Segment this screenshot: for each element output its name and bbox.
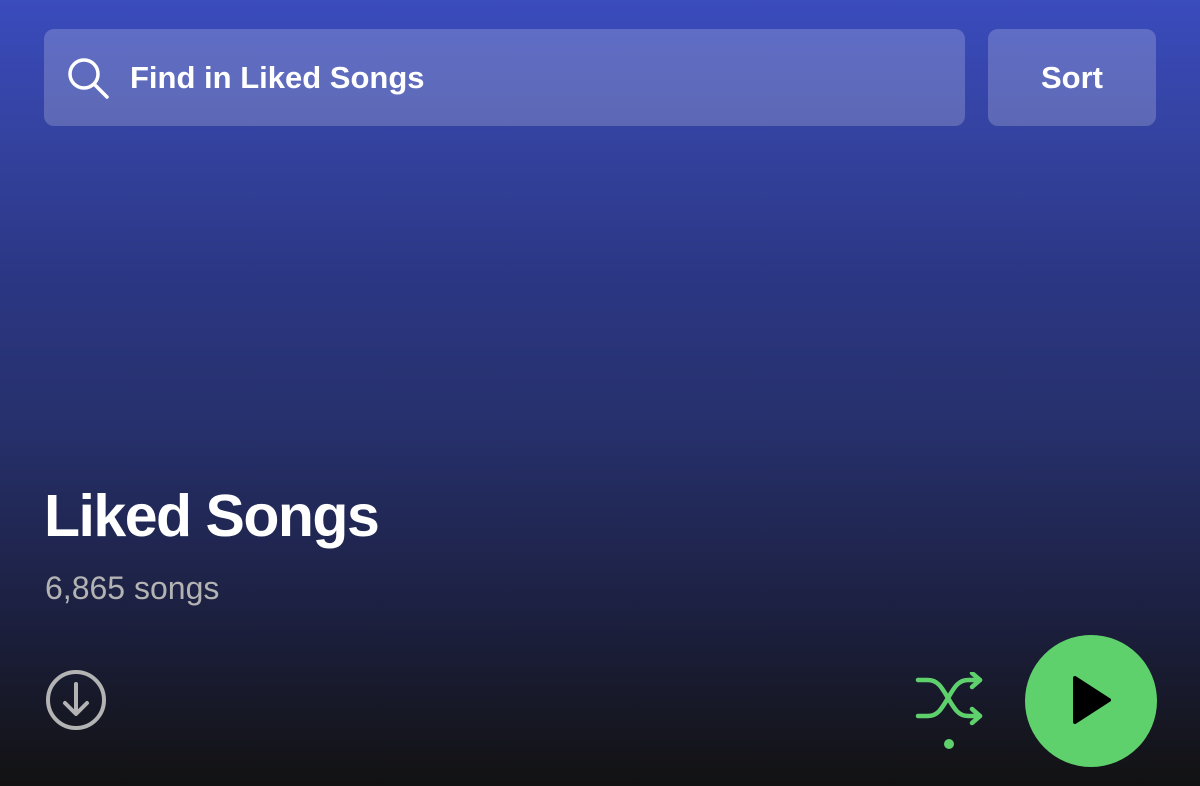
shuffle-icon (914, 670, 986, 755)
page-title: Liked Songs (44, 483, 380, 549)
search-bar[interactable] (44, 29, 965, 126)
download-icon (44, 670, 108, 735)
sort-button[interactable]: Sort (988, 29, 1156, 126)
song-count: 6,865 songs (45, 570, 220, 606)
play-button[interactable] (1025, 635, 1157, 767)
play-icon (1067, 674, 1115, 729)
search-icon (66, 56, 110, 100)
shuffle-button[interactable] (914, 670, 986, 755)
search-input[interactable] (130, 59, 890, 96)
download-button[interactable] (44, 668, 108, 732)
